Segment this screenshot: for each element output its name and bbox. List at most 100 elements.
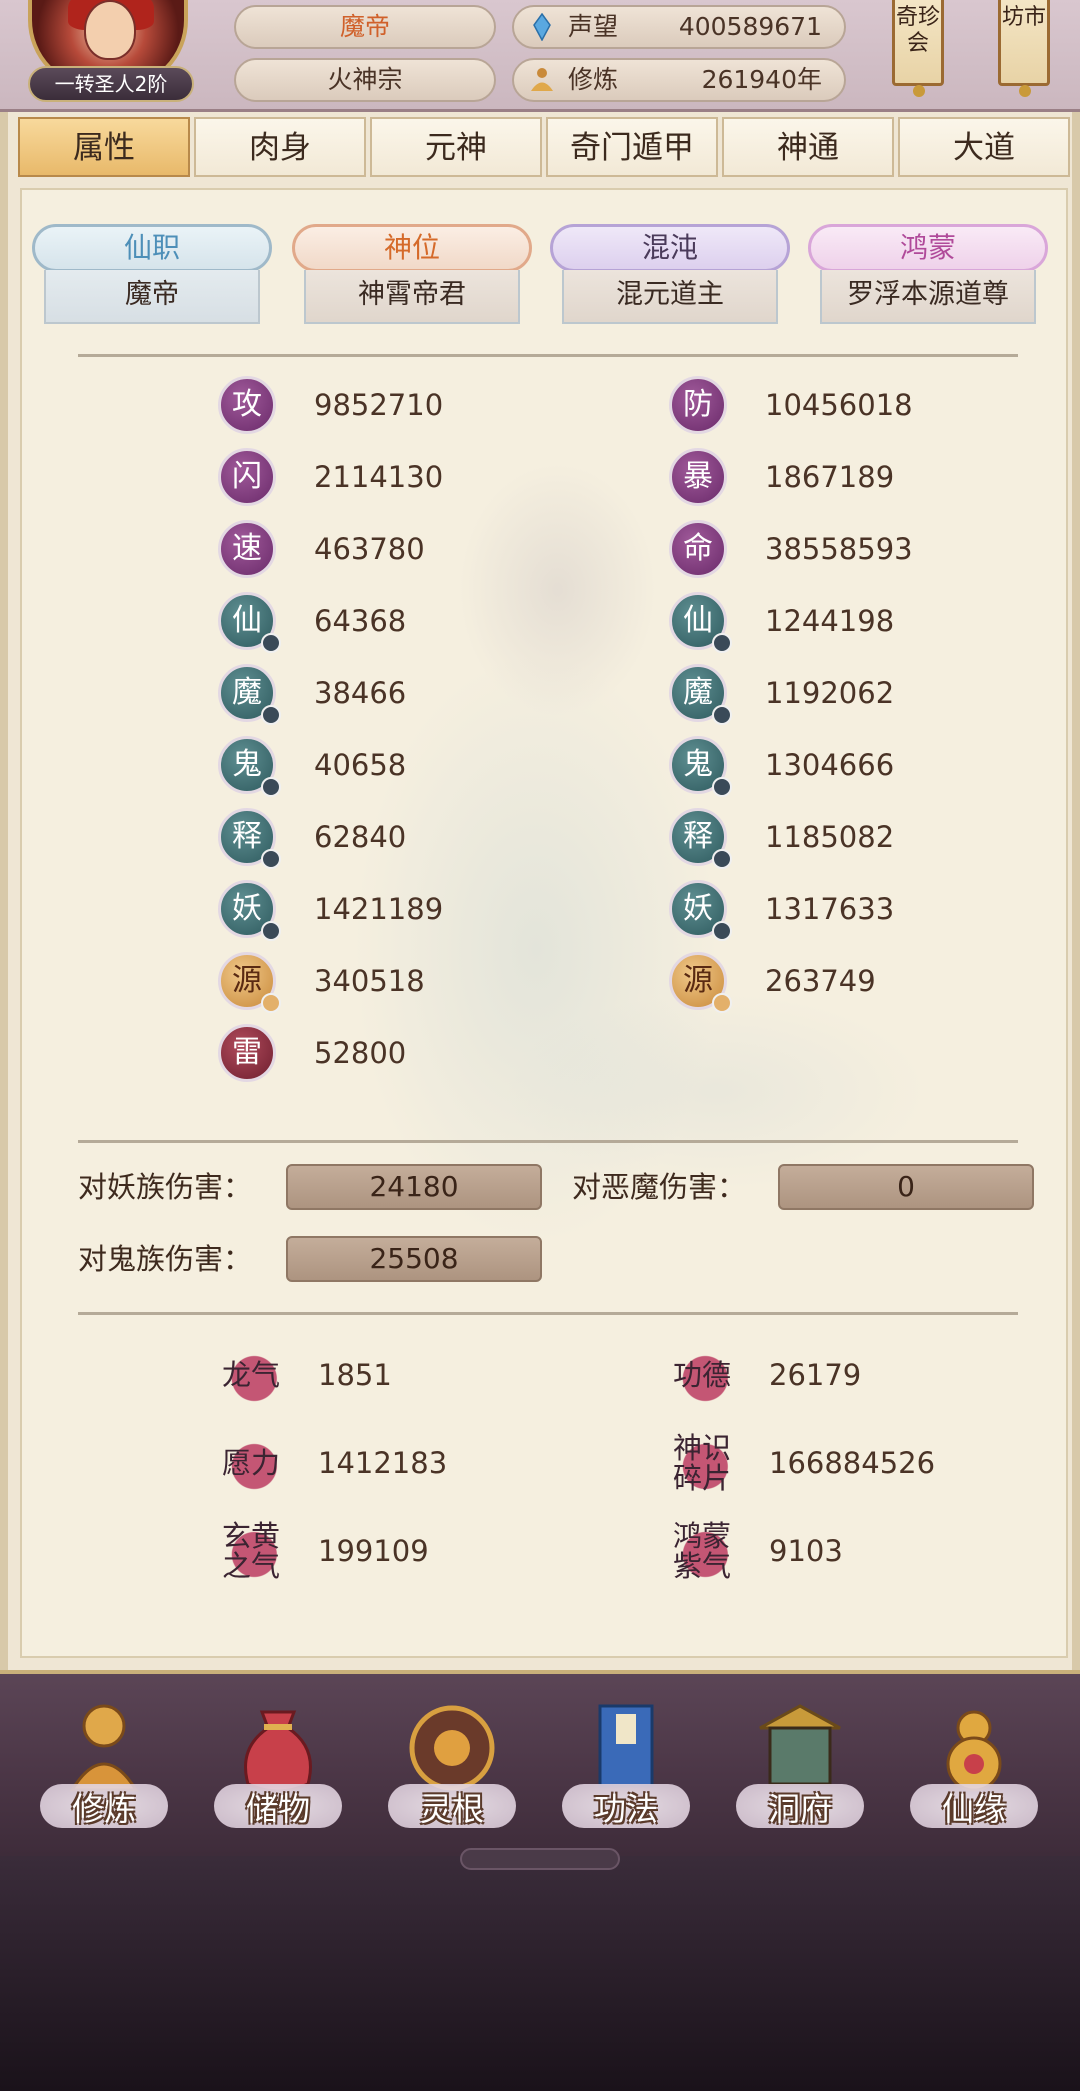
stat-value: 9852710 (314, 388, 444, 422)
stat-value: 40658 (314, 748, 407, 782)
rank-value: 神霄帝君 (304, 270, 520, 324)
yao-icon: 妖 (669, 880, 732, 941)
nav-ornament (460, 1848, 620, 1870)
divider (78, 1140, 1018, 1143)
rank-value: 魔帝 (44, 270, 260, 324)
monk-icon (69, 1704, 139, 1792)
tab-attributes[interactable]: 属性 (18, 117, 190, 177)
rank-divine-position: 神位 神霄帝君 (292, 224, 532, 328)
nav-label: 灵根 (419, 1790, 484, 1828)
avatar-face (84, 0, 136, 60)
rank-title: 仙职 (32, 224, 272, 272)
demon-icon: 魔 (669, 664, 732, 725)
tab-body[interactable]: 肉身 (194, 117, 366, 177)
top-bar: 一转圣人2阶 魔帝 火神宗 声望 400589671 修炼 261940年 奇珍… (0, 0, 1080, 112)
nav-storage[interactable]: 储物 (208, 1688, 348, 1848)
rank-value: 罗浮本源道尊 (820, 270, 1036, 324)
rank-immortal-post: 仙职 魔帝 (32, 224, 272, 328)
tab-dao[interactable]: 大道 (898, 117, 1070, 177)
scripture-icon (598, 1704, 654, 1788)
rank-hongmeng: 鸿蒙 罗浮本源道尊 (808, 224, 1048, 328)
tab-qimen[interactable]: 奇门遁甲 (546, 117, 718, 177)
footer-background (0, 1856, 1080, 2091)
rank-title: 鸿蒙 (808, 224, 1048, 272)
sect-name: 火神宗 (234, 58, 496, 102)
stat-value: 38466 (314, 676, 407, 710)
rank-title: 混沌 (550, 224, 790, 272)
nav-techniques[interactable]: 功法 (556, 1688, 696, 1848)
rank-value: 混元道主 (562, 270, 778, 324)
resource-value: 199109 (318, 1534, 429, 1568)
attack-icon: 攻 (218, 376, 276, 434)
yao-damage-value: 24180 (286, 1164, 542, 1210)
divider (78, 1312, 1018, 1315)
nav-label: 修炼 (71, 1790, 136, 1828)
stat-value: 2114130 (314, 460, 444, 494)
pavilion-icon (759, 1704, 841, 1786)
meditation-icon (531, 68, 553, 91)
nav-spirit-root[interactable]: 灵根 (382, 1688, 522, 1848)
cultivation-display: 修炼 261940年 (512, 58, 846, 102)
immortal-icon: 仙 (218, 592, 281, 653)
demon-icon: 魔 (218, 664, 281, 725)
nav-fate[interactable]: 仙缘 (904, 1688, 1044, 1848)
ghost-icon: 鬼 (218, 736, 281, 797)
resource-value: 9103 (769, 1534, 843, 1568)
hongmeng-icon: 鸿蒙 紫气 (669, 1516, 735, 1586)
soul-shards-icon: 神识 碎片 (669, 1428, 735, 1498)
nav-cave[interactable]: 洞府 (730, 1688, 870, 1848)
merit-icon: 功德 (669, 1340, 735, 1410)
nav-cultivate[interactable]: 修炼 (34, 1688, 174, 1848)
rank-badge: 一转圣人2阶 (28, 66, 194, 102)
immortal-icon: 仙 (669, 592, 732, 653)
life-icon: 命 (669, 520, 727, 578)
divider (78, 354, 1018, 357)
buddha-icon: 释 (669, 808, 732, 869)
nav-label: 储物 (245, 1790, 310, 1828)
market-button[interactable]: 坊市 (998, 0, 1050, 97)
resource-value: 1412183 (318, 1446, 448, 1480)
demon-damage-value: 0 (778, 1164, 1034, 1210)
treasure-fair-button[interactable]: 奇珍会 (892, 0, 944, 97)
stat-value: 38558593 (765, 532, 913, 566)
stat-value: 1421189 (314, 892, 444, 926)
bottom-nav: 修炼 储物 灵根 功法 洞府 仙缘 (0, 1670, 1080, 1856)
thunder-icon: 雷 (218, 1024, 276, 1082)
ghost-damage-value: 25508 (286, 1236, 542, 1282)
stat-value: 1185082 (765, 820, 895, 854)
stat-value: 463780 (314, 532, 425, 566)
stat-value: 1192062 (765, 676, 895, 710)
cultivation-value: 261940年 (701, 65, 822, 94)
yao-icon: 妖 (218, 880, 281, 941)
crystal-icon (533, 13, 551, 41)
gourd-icon (946, 1710, 1002, 1792)
spirit-root-icon (409, 1705, 495, 1791)
stat-value: 263749 (765, 964, 876, 998)
yao-damage-label: 对妖族伤害： (78, 1170, 253, 1204)
attribute-content: 仙职 魔帝 神位 神霄帝君 混沌 混元道主 鸿蒙 罗浮本源道尊 攻 9852710… (20, 188, 1068, 1658)
attribute-panel: 属性 肉身 元神 奇门遁甲 神通 大道 仙职 魔帝 神位 神霄帝君 混沌 混元道… (0, 112, 1080, 1670)
stat-value: 1304666 (765, 748, 895, 782)
stat-value: 64368 (314, 604, 407, 638)
stat-value: 10456018 (765, 388, 913, 422)
ghost-damage-label: 对鬼族伤害： (78, 1242, 253, 1276)
tab-bar: 属性 肉身 元神 奇门遁甲 神通 大道 (18, 117, 1070, 179)
origin-icon: 源 (669, 952, 732, 1013)
resource-value: 26179 (769, 1358, 862, 1392)
crit-icon: 暴 (669, 448, 727, 506)
fame-label: 声望 (568, 12, 619, 41)
ghost-icon: 鬼 (669, 736, 732, 797)
character-name: 魔帝 (234, 5, 496, 49)
speed-icon: 速 (218, 520, 276, 578)
tab-spirit[interactable]: 元神 (370, 117, 542, 177)
rank-title: 神位 (292, 224, 532, 272)
nav-label: 功法 (593, 1790, 658, 1828)
stat-value: 52800 (314, 1036, 407, 1070)
resource-value: 166884526 (769, 1446, 936, 1480)
stat-value: 1244198 (765, 604, 895, 638)
demon-damage-label: 对恶魔伤害： (572, 1170, 747, 1204)
rank-chaos: 混沌 混元道主 (550, 224, 790, 328)
dodge-icon: 闪 (218, 448, 276, 506)
fame-display: 声望 400589671 (512, 5, 846, 49)
tab-powers[interactable]: 神通 (722, 117, 894, 177)
